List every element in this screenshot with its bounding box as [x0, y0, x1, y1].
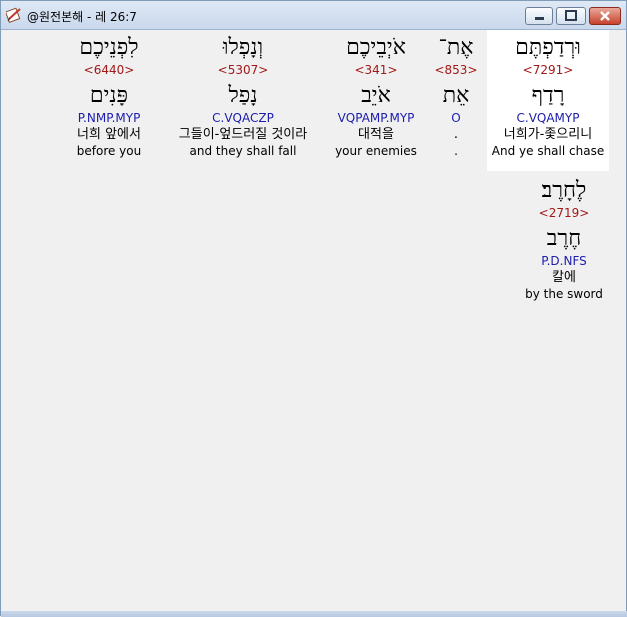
- english-gloss: and they shall fall: [189, 144, 297, 158]
- title-bar[interactable]: @원전본해 - 레 26:7: [1, 1, 626, 30]
- english-gloss: .: [454, 144, 458, 158]
- maximize-icon: [565, 10, 577, 21]
- lemma: אֵת: [442, 83, 470, 108]
- korean-gloss: 대적을: [358, 127, 394, 142]
- lemma: פָּנִים: [89, 83, 129, 108]
- korean-gloss: 칼에: [552, 270, 576, 285]
- word-cell-4[interactable]: וְנָפְלוּ <5307> נָפַל C.VQACZP 그들이-엎드러질…: [161, 30, 325, 171]
- lemma: חֶרֶב: [546, 226, 582, 251]
- english-gloss: by the sword: [525, 287, 603, 301]
- interlinear-panel: וּרְדַפְתֶּם <7291> רָדַף C.VQAMYP 너희가-좇…: [5, 30, 623, 612]
- app-window: @원전본해 - 레 26:7 וּרְדַפְתֶּם <7291> רָדַף…: [0, 0, 627, 617]
- parsing-code: P.D.NFS: [541, 254, 587, 268]
- english-gloss: before you: [76, 144, 142, 158]
- english-gloss: And ye shall chase: [491, 144, 605, 158]
- hebrew-word: אֹיְבֵיכֶם: [346, 35, 406, 60]
- hebrew-word: וּרְדַפְתֶּם: [515, 35, 581, 60]
- hebrew-word: אֶת־: [438, 35, 474, 60]
- maximize-button[interactable]: [556, 7, 586, 25]
- hebrew-word: לִפְנֵיכֶם: [79, 35, 139, 60]
- parsing-code: VQPAMP.MYP: [337, 111, 415, 125]
- close-icon: [600, 11, 610, 21]
- minimize-icon: [535, 17, 544, 20]
- close-button[interactable]: [589, 7, 621, 25]
- strong-number-link[interactable]: <853>: [429, 62, 483, 78]
- korean-gloss: 너희가-좇으리니: [503, 127, 593, 142]
- hebrew-word: וְנָפְלוּ: [222, 35, 264, 60]
- word-cell-2[interactable]: אֶת־ <853> אֵת O . .: [429, 30, 483, 171]
- word-cell-5[interactable]: לִפְנֵיכֶם <6440> פָּנִים P.NMP.MYP 너희 앞…: [57, 30, 161, 171]
- minimize-button[interactable]: [525, 7, 553, 25]
- word-cell-3[interactable]: אֹיְבֵיכֶם <341> אֹיֵב VQPAMP.MYP 대적을 yo…: [327, 30, 425, 171]
- parsing-code: P.NMP.MYP: [77, 111, 141, 125]
- parsing-code: C.VQAMYP: [516, 111, 580, 125]
- lemma: רָדַף: [531, 83, 565, 108]
- korean-gloss: 그들이-엎드러질 것이라: [178, 127, 308, 142]
- lemma: אֹיֵב: [361, 83, 391, 108]
- english-gloss: your enemies: [335, 144, 417, 158]
- hebrew-word: לֶחָרֶב׃: [541, 178, 587, 203]
- korean-gloss: 너희 앞에서: [77, 127, 141, 142]
- window-title: @원전본해 - 레 26:7: [27, 10, 137, 24]
- strong-number-link[interactable]: <2719>: [511, 205, 617, 221]
- strong-number-link[interactable]: <6440>: [57, 62, 161, 78]
- strong-number-link[interactable]: <341>: [327, 62, 425, 78]
- window-bottom-border: [1, 611, 627, 617]
- parsing-code: C.VQACZP: [212, 111, 274, 125]
- word-cell-6[interactable]: לֶחָרֶב׃ <2719> חֶרֶב P.D.NFS 칼에 by the …: [511, 173, 617, 314]
- korean-gloss: .: [453, 127, 459, 142]
- parsing-code: O: [451, 111, 461, 125]
- strong-number-link[interactable]: <5307>: [161, 62, 325, 78]
- strong-number-link[interactable]: <7291>: [487, 62, 609, 78]
- lemma: נָפַל: [228, 83, 258, 108]
- book-edit-icon: [6, 7, 21, 23]
- word-cell-1[interactable]: וּרְדַפְתֶּם <7291> רָדַף C.VQAMYP 너희가-좇…: [487, 30, 609, 171]
